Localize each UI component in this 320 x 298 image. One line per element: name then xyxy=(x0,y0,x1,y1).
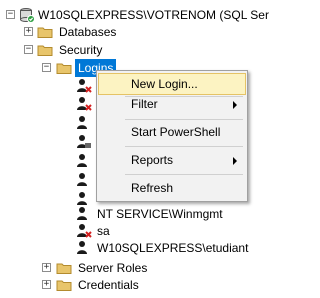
login-icon xyxy=(76,115,92,131)
menu-item-label: New Login... xyxy=(131,77,198,91)
server-roles-node[interactable]: + Server Roles xyxy=(0,259,272,277)
expand-toggle[interactable]: + xyxy=(42,263,51,272)
menu-separator xyxy=(125,146,243,147)
login-icon xyxy=(76,240,92,256)
menu-separator xyxy=(125,119,243,120)
folder-icon xyxy=(56,260,72,276)
server-roles-label: Server Roles xyxy=(78,261,148,275)
submenu-arrow-icon xyxy=(233,101,237,109)
submenu-arrow-icon xyxy=(233,157,237,165)
login-item-label: NT SERVICE\Winmgmt xyxy=(97,207,223,221)
login-disabled-icon xyxy=(76,223,92,239)
context-menu: New Login... Filter Start PowerShell Rep… xyxy=(96,70,248,202)
credentials-label: Credentials xyxy=(78,278,139,292)
server-icon xyxy=(19,7,35,23)
login-item[interactable]: NT SERVICE\Winmgmt xyxy=(0,205,272,223)
login-item-label: W10SQLEXPRESS\etudiant xyxy=(97,241,249,255)
menu-item-start-powershell[interactable]: Start PowerShell xyxy=(99,122,245,142)
menu-item-label: Filter xyxy=(131,97,158,111)
databases-node[interactable]: + Databases xyxy=(0,23,272,41)
folder-icon xyxy=(37,42,53,58)
login-icon xyxy=(76,206,92,222)
menu-item-reports[interactable]: Reports xyxy=(99,150,245,170)
collapse-toggle[interactable]: − xyxy=(24,45,33,54)
menu-separator xyxy=(125,174,243,175)
login-icon xyxy=(76,153,92,169)
menu-item-label: Start PowerShell xyxy=(131,125,221,139)
menu-item-refresh[interactable]: Refresh xyxy=(99,178,245,198)
login-disabled-icon xyxy=(76,96,92,112)
security-label: Security xyxy=(59,43,103,57)
collapse-toggle[interactable]: − xyxy=(42,63,51,72)
expand-toggle[interactable]: + xyxy=(24,27,33,36)
security-node[interactable]: − Security xyxy=(0,41,272,59)
menu-item-label: Refresh xyxy=(131,181,174,195)
login-icon xyxy=(76,172,92,188)
expand-toggle[interactable]: + xyxy=(42,280,51,289)
credentials-node[interactable]: + Credentials xyxy=(0,276,272,294)
folder-icon xyxy=(56,60,72,76)
folder-icon xyxy=(56,277,72,293)
login-disabled-icon xyxy=(76,78,92,94)
collapse-toggle[interactable]: − xyxy=(6,10,15,19)
menu-item-label: Reports xyxy=(131,153,174,167)
login-item[interactable]: W10SQLEXPRESS\etudiant xyxy=(0,239,272,257)
menu-item-new-login[interactable]: New Login... xyxy=(98,73,246,95)
certificate-login-icon xyxy=(76,134,92,150)
server-label: W10SQLEXPRESS\VOTRENOM (SQL Ser xyxy=(38,8,269,22)
folder-icon xyxy=(37,24,53,40)
server-node[interactable]: − W10SQLEXPRESS\VOTRENOM (SQL Ser xyxy=(0,6,272,24)
databases-label: Databases xyxy=(59,25,117,39)
menu-item-filter[interactable]: Filter xyxy=(99,94,245,114)
login-item[interactable]: sa xyxy=(0,222,272,240)
login-item-label: sa xyxy=(97,224,110,238)
